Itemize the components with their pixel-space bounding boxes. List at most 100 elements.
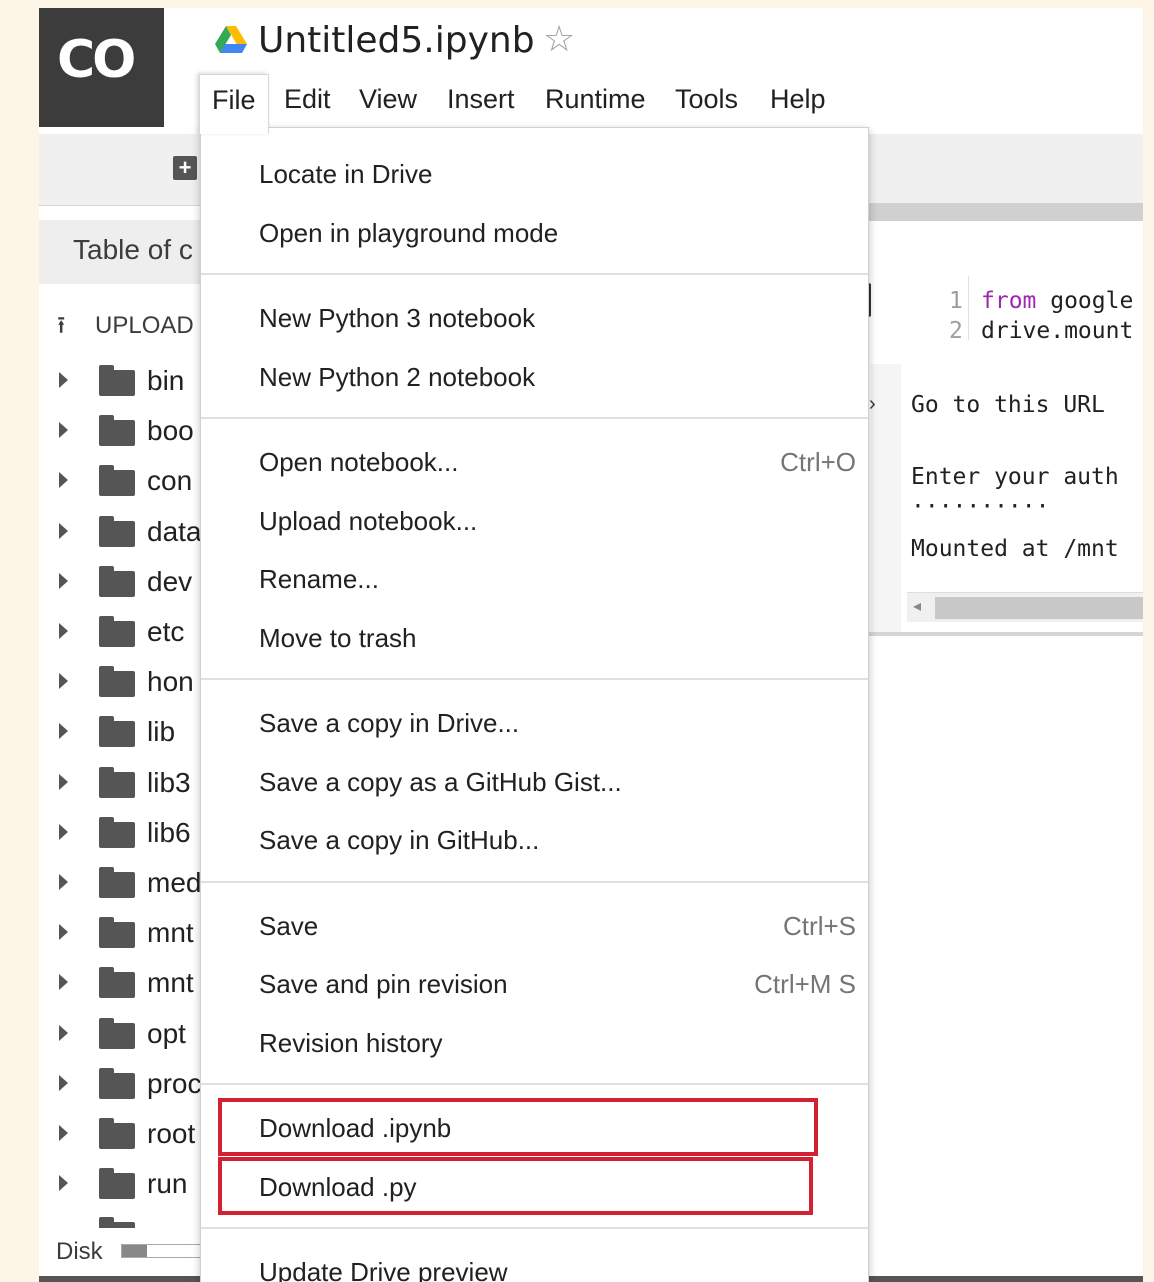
folder-row[interactable]: lib3: [39, 765, 209, 805]
folder-row[interactable]: data: [39, 514, 209, 554]
folder-row[interactable]: lib: [39, 714, 209, 754]
menu-tools[interactable]: Tools: [663, 74, 750, 130]
menu-item-open-in-playground-mode[interactable]: Open in playground mode: [201, 208, 868, 258]
expand-icon[interactable]: [59, 572, 68, 589]
folder-name: hon: [147, 666, 194, 698]
folder-row[interactable]: lib6: [39, 815, 209, 855]
menu-item-save-a-copy-as-a-github-gist[interactable]: Save a copy as a GitHub Gist...: [201, 757, 868, 807]
expand-icon[interactable]: [59, 773, 68, 790]
folder-row[interactable]: run: [39, 1166, 209, 1206]
colab-window: CO Untitled5.ipynb ☆ File Edit View Inse…: [39, 8, 1143, 1282]
sidebar-tab-table-of-contents[interactable]: Table of c: [73, 234, 193, 266]
folder-name: etc: [147, 616, 185, 647]
expand-icon[interactable]: [59, 823, 68, 840]
code-text: drive.mount: [981, 318, 1134, 344]
highlight-box: [218, 1156, 813, 1215]
menu-item-locate-in-drive[interactable]: Locate in Drive: [201, 149, 868, 199]
disk-usage-bar: [121, 1244, 201, 1258]
google-drive-icon[interactable]: [215, 26, 247, 54]
folder-name: opt: [147, 1017, 186, 1049]
folder-row[interactable]: opt: [39, 1016, 209, 1056]
menu-edit[interactable]: Edit: [272, 74, 343, 130]
expand-icon[interactable]: [59, 1175, 68, 1192]
folder-row[interactable]: hon: [39, 664, 209, 704]
folder-name: con: [147, 465, 193, 497]
add-cell-icon[interactable]: +: [173, 156, 197, 180]
folder-icon: [99, 716, 135, 748]
disk-usage-fill: [122, 1245, 147, 1257]
folder-icon: [99, 967, 135, 999]
menu-item-revision-history[interactable]: Revision history: [201, 1018, 868, 1068]
folder-row[interactable]: root: [39, 1116, 209, 1156]
expand-icon[interactable]: [59, 372, 68, 388]
menu-item-open-notebook[interactable]: Open notebook... Ctrl+O: [201, 437, 868, 487]
menu-item-label: Open in playground mode: [259, 217, 559, 248]
scrollbar-thumb[interactable]: [935, 597, 1143, 619]
menu-separator: [201, 678, 868, 680]
scroll-left-icon[interactable]: ◂: [913, 596, 921, 616]
folder-row[interactable]: etc: [39, 614, 209, 654]
code-cell[interactable]: 1 from google 2 drive.mount: [871, 276, 1143, 346]
output-toggle-icon[interactable]: ›: [869, 393, 876, 416]
menu-separator: [201, 417, 868, 419]
output-line: Mounted at /mnt: [911, 536, 1119, 562]
folder-row[interactable]: boo: [39, 413, 209, 453]
menu-item-rename[interactable]: Rename...: [201, 554, 868, 604]
menu-item-save-a-copy-in-github[interactable]: Save a copy in GitHub...: [201, 815, 868, 865]
folder-row[interactable]: mnt: [39, 915, 209, 955]
expand-icon[interactable]: [59, 924, 68, 941]
menu-file[interactable]: File: [199, 74, 269, 134]
folder-name: mnt: [147, 917, 194, 949]
menu-item-shortcut: Ctrl+M S: [754, 969, 856, 999]
menu-runtime[interactable]: Runtime: [533, 74, 658, 130]
menu-item-label: Update Drive preview: [259, 1257, 508, 1282]
menu-item-shortcut: Ctrl+S: [783, 910, 856, 941]
menu-view[interactable]: View: [347, 74, 429, 130]
expand-icon[interactable]: [59, 974, 68, 991]
menu-item-save-and-pin-revision[interactable]: Save and pin revision Ctrl+M S: [201, 959, 868, 1009]
expand-icon[interactable]: [59, 874, 68, 890]
expand-icon[interactable]: [59, 1074, 68, 1091]
folder-row-partial[interactable]: [39, 1216, 209, 1229]
folder-name: dev: [147, 565, 193, 597]
folder-icon: [99, 415, 135, 447]
output-horizontal-scrollbar[interactable]: ◂: [907, 592, 1143, 622]
expand-icon[interactable]: [59, 522, 68, 539]
menu-separator: [201, 880, 868, 883]
colab-logo[interactable]: CO: [39, 8, 164, 127]
upload-button[interactable]: ⭱ UPLOAD: [57, 308, 194, 349]
file-menu-dropdown: Locate in Drive Open in playground mode Ne…: [200, 127, 869, 1282]
folder-name: mnt: [147, 967, 194, 999]
folder-icon: [99, 515, 135, 547]
menu-insert[interactable]: Insert: [435, 74, 527, 130]
folder-row[interactable]: con: [39, 463, 209, 503]
folder-row[interactable]: med: [39, 865, 209, 905]
menu-item-move-to-trash[interactable]: Move to trash: [201, 613, 868, 663]
expand-icon[interactable]: [59, 723, 68, 740]
menu-separator: [201, 1083, 868, 1085]
menu-item-label: Save a copy as a GitHub Gist...: [259, 766, 622, 797]
folder-row[interactable]: mnt: [39, 965, 209, 1005]
notebook-title[interactable]: Untitled5.ipynb: [258, 20, 535, 61]
folder-row[interactable]: bin: [39, 363, 209, 403]
menu-item-new-python-3-notebook[interactable]: New Python 3 notebook: [201, 293, 868, 343]
menu-item-save[interactable]: Save Ctrl+S: [201, 901, 868, 951]
menu-help[interactable]: Help: [758, 74, 838, 130]
expand-icon[interactable]: [59, 673, 68, 690]
expand-icon[interactable]: [59, 623, 68, 639]
expand-icon[interactable]: [59, 422, 68, 439]
menu-item-save-a-copy-in-drive[interactable]: Save a copy in Drive...: [201, 698, 868, 748]
folder-name: bin: [147, 365, 185, 396]
highlight-box: [218, 1098, 818, 1156]
expand-icon[interactable]: [59, 472, 68, 489]
menu-item-label: Save: [259, 910, 319, 941]
star-icon[interactable]: ☆: [543, 18, 575, 60]
menu-item-upload-notebook[interactable]: Upload notebook...: [201, 496, 868, 546]
folder-row[interactable]: proc: [39, 1066, 209, 1106]
menu-item-update-drive-preview[interactable]: Update Drive preview: [201, 1247, 868, 1282]
expand-icon[interactable]: [59, 1024, 68, 1041]
menu-item-new-python-2-notebook[interactable]: New Python 2 notebook: [201, 352, 868, 402]
menu-item-label: Locate in Drive: [259, 159, 433, 189]
expand-icon[interactable]: [59, 1125, 68, 1141]
folder-row[interactable]: dev: [39, 564, 209, 604]
